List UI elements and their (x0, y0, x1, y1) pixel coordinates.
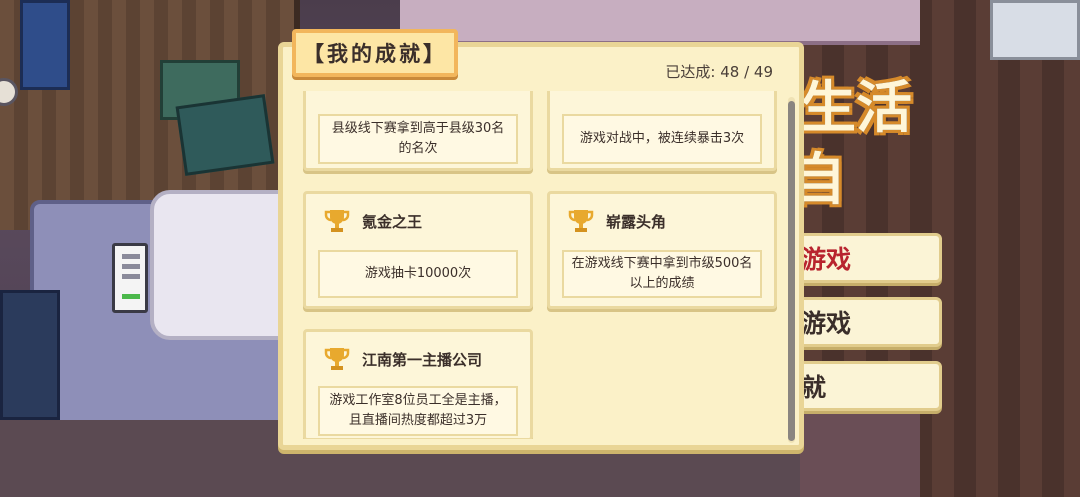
achievement-description: 游戏抽卡10000次 (318, 250, 518, 298)
achievement-card[interactable]: 崭露头角 在游戏线下赛中拿到市级500名以上的成绩 (547, 191, 777, 309)
scrollbar[interactable] (788, 97, 795, 443)
achievement-card[interactable]: 县级线下赛拿到高于县级30名的名次 (303, 91, 533, 171)
achievement-description: 游戏工作室8位员工全是主播，且直播间热度都超过3万 (318, 386, 518, 436)
book-stack (0, 290, 60, 420)
trophy-icon (324, 210, 350, 232)
achieved-total: 49 (753, 63, 773, 81)
achievement-description: 游戏对战中，被连续暴击3次 (562, 114, 762, 164)
game-title-line1: 生活 (800, 75, 912, 141)
achieved-counter: 已达成: 48 / 49 (665, 63, 773, 81)
achievement-name: 崭露头角 (606, 212, 667, 231)
trophy-icon (568, 210, 594, 232)
menu-button-label: 游戏 (801, 309, 852, 338)
game-title-line2: 自 (790, 147, 846, 213)
achievement-card[interactable]: 江南第一主播公司 游戏工作室8位员工全是主播，且直播间热度都超过3万 (303, 329, 533, 439)
achievement-card[interactable]: 游戏对战中，被连续暴击3次 (547, 91, 777, 171)
achievement-name: 江南第一主播公司 (362, 350, 483, 369)
achievement-name: 氪金之王 (362, 212, 423, 231)
achievement-header: 江南第一主播公司 (322, 344, 482, 374)
scrollbar-thumb[interactable] (788, 101, 795, 441)
achievement-description: 县级线下赛拿到高于县级30名的名次 (318, 114, 518, 164)
poster (990, 0, 1080, 60)
phone-icon (112, 243, 148, 313)
game-title: 生活 自 (790, 76, 912, 212)
trophy-icon (324, 348, 350, 370)
box (400, 0, 920, 45)
achievement-card[interactable]: 氪金之王 游戏抽卡10000次 (303, 191, 533, 309)
book (175, 94, 275, 176)
achievements-list[interactable]: 县级线下赛拿到高于县级30名的名次 游戏对战中，被连续暴击3次 氪金之王 游戏抽… (303, 91, 779, 439)
achievement-description: 在游戏线下赛中拿到市级500名以上的成绩 (562, 250, 762, 298)
panel-title: 【我的成就】 (292, 29, 458, 77)
box (800, 400, 920, 497)
achieved-label: 已达成: (665, 63, 716, 81)
menu-button-label: 游戏 (801, 245, 852, 274)
book (20, 0, 70, 90)
menu-button-label: 就 (801, 373, 827, 402)
achievements-panel: 已达成: 48 / 49 县级线下赛拿到高于县级30名的名次 游戏对战中，被连续… (278, 42, 804, 450)
achievement-header: 崭露头角 (566, 206, 666, 236)
achieved-count: 48 (720, 63, 740, 81)
achievement-header: 氪金之王 (322, 206, 422, 236)
